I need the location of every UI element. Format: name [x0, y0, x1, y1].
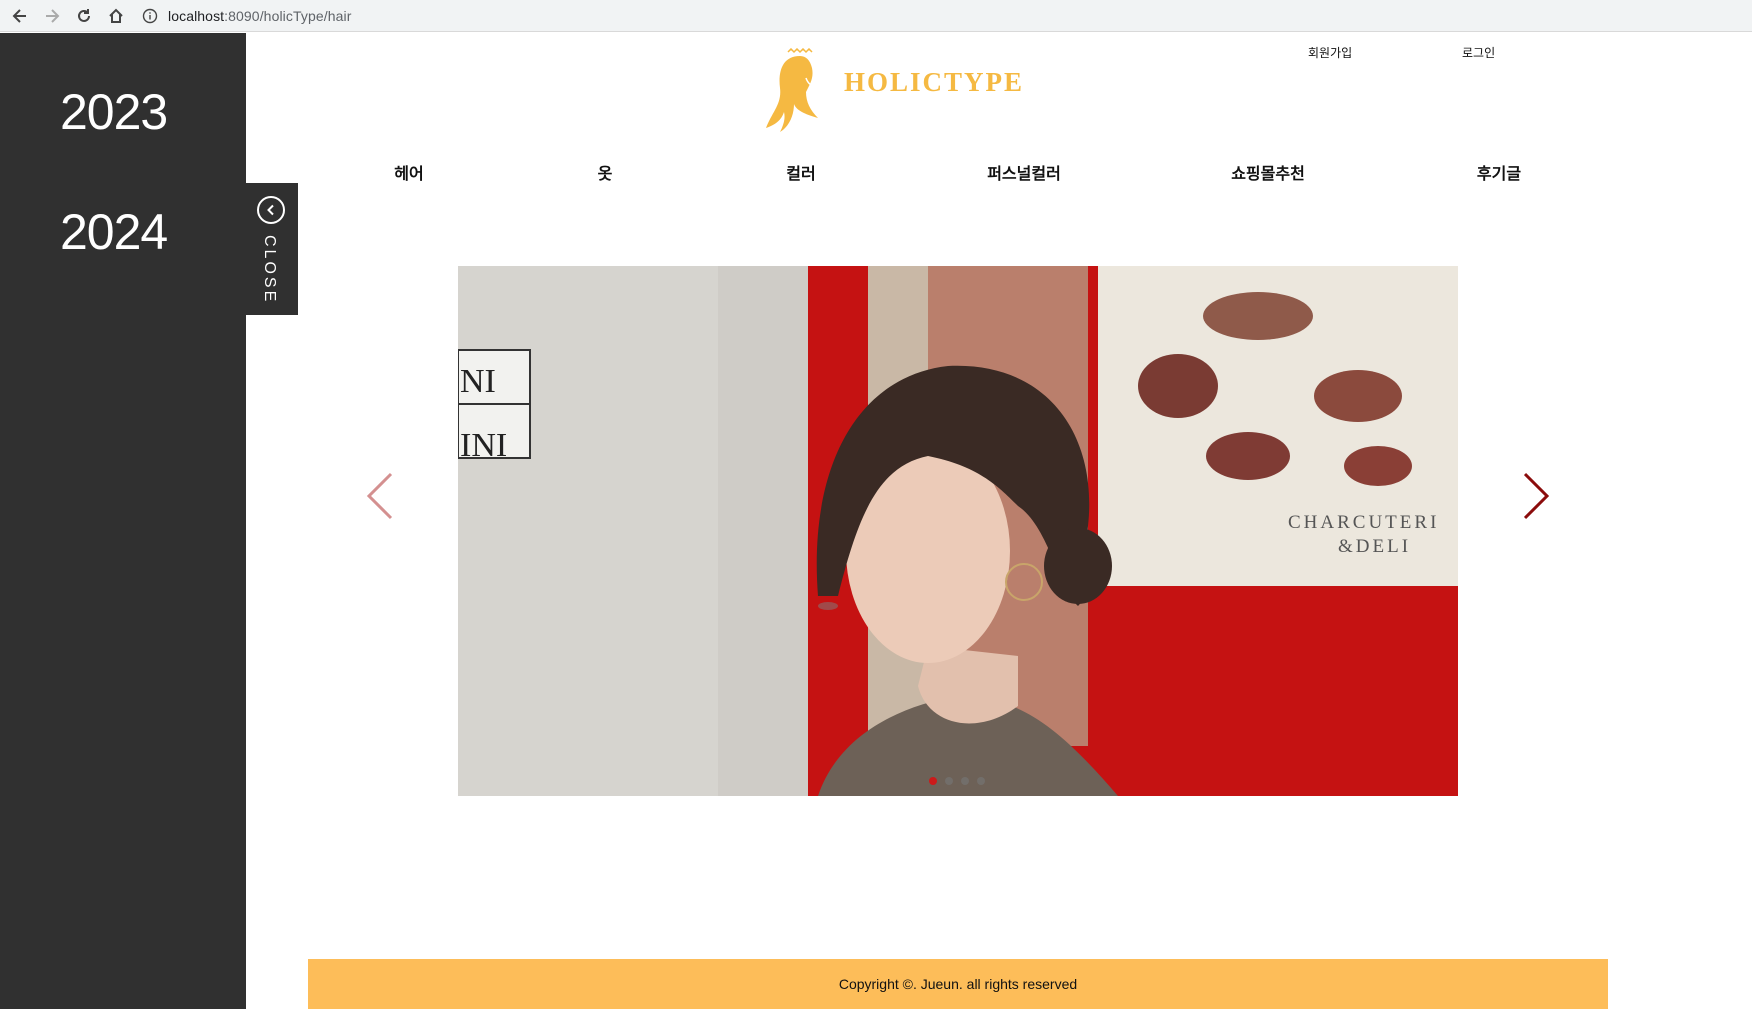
main-nav: 헤어 옷 컬러 퍼스널컬러 쇼핑몰추천 후기글 — [0, 160, 1752, 184]
forward-icon[interactable] — [40, 4, 64, 28]
svg-text:NI: NI — [460, 363, 496, 400]
nav-item-hair[interactable]: 헤어 — [394, 160, 423, 184]
nav-item-reviews[interactable]: 후기글 — [1477, 160, 1521, 184]
sidebar-close-button[interactable]: CLOSE — [246, 183, 298, 315]
hair-photo-slide[interactable]: NI INI CHARCUTERI &DELI — [458, 266, 1458, 796]
close-label: CLOSE — [261, 235, 278, 305]
slide-dot-4[interactable] — [977, 777, 985, 785]
slide-dot-3[interactable] — [961, 777, 969, 785]
sign-text: INI — [460, 427, 507, 464]
year-link-2023[interactable]: 2023 — [60, 83, 240, 141]
url-text: localhost:8090/holicType/hair — [168, 8, 352, 24]
nav-item-shopping-mall[interactable]: 쇼핑몰추천 — [1231, 160, 1305, 184]
slider-prev-button[interactable] — [361, 468, 401, 524]
slide-dot-1[interactable] — [929, 777, 937, 785]
chevron-right-icon — [1523, 472, 1550, 520]
chevron-left-icon — [366, 472, 393, 520]
hair-silhouette-icon — [766, 48, 818, 132]
footer: Copyright ©. Jueun. all rights reserved — [308, 959, 1608, 1009]
signup-link[interactable]: 회원가입 — [1308, 44, 1352, 61]
poster-text-2: &DELI — [1338, 536, 1411, 557]
copyright-text: Copyright ©. Jueun. all rights reserved — [838, 976, 1078, 992]
logo-text: HOLICTYPE — [844, 67, 1025, 97]
nav-item-clothes[interactable]: 옷 — [598, 160, 613, 184]
reload-icon[interactable] — [72, 4, 96, 28]
slide-dot-2[interactable] — [945, 777, 953, 785]
home-icon[interactable] — [104, 4, 128, 28]
poster-text-1: CHARCUTERI — [1288, 512, 1439, 533]
slide-photo: NI INI CHARCUTERI &DELI — [458, 266, 1458, 796]
login-link[interactable]: 로그인 — [1462, 44, 1495, 61]
address-bar[interactable]: localhost:8090/holicType/hair — [142, 3, 351, 29]
chevron-left-icon — [257, 196, 285, 224]
nav-item-color[interactable]: 컬러 — [786, 160, 815, 184]
info-icon[interactable] — [142, 8, 158, 24]
browser-toolbar: localhost:8090/holicType/hair — [0, 0, 1752, 32]
back-icon[interactable] — [8, 4, 32, 28]
year-link-2024[interactable]: 2024 — [60, 203, 240, 261]
nav-item-personal-color[interactable]: 퍼스널컬러 — [987, 160, 1061, 184]
slider-next-button[interactable] — [1515, 468, 1555, 524]
holictype-logo[interactable]: HOLICTYPE — [760, 48, 1022, 134]
slider-indicators — [929, 777, 985, 785]
